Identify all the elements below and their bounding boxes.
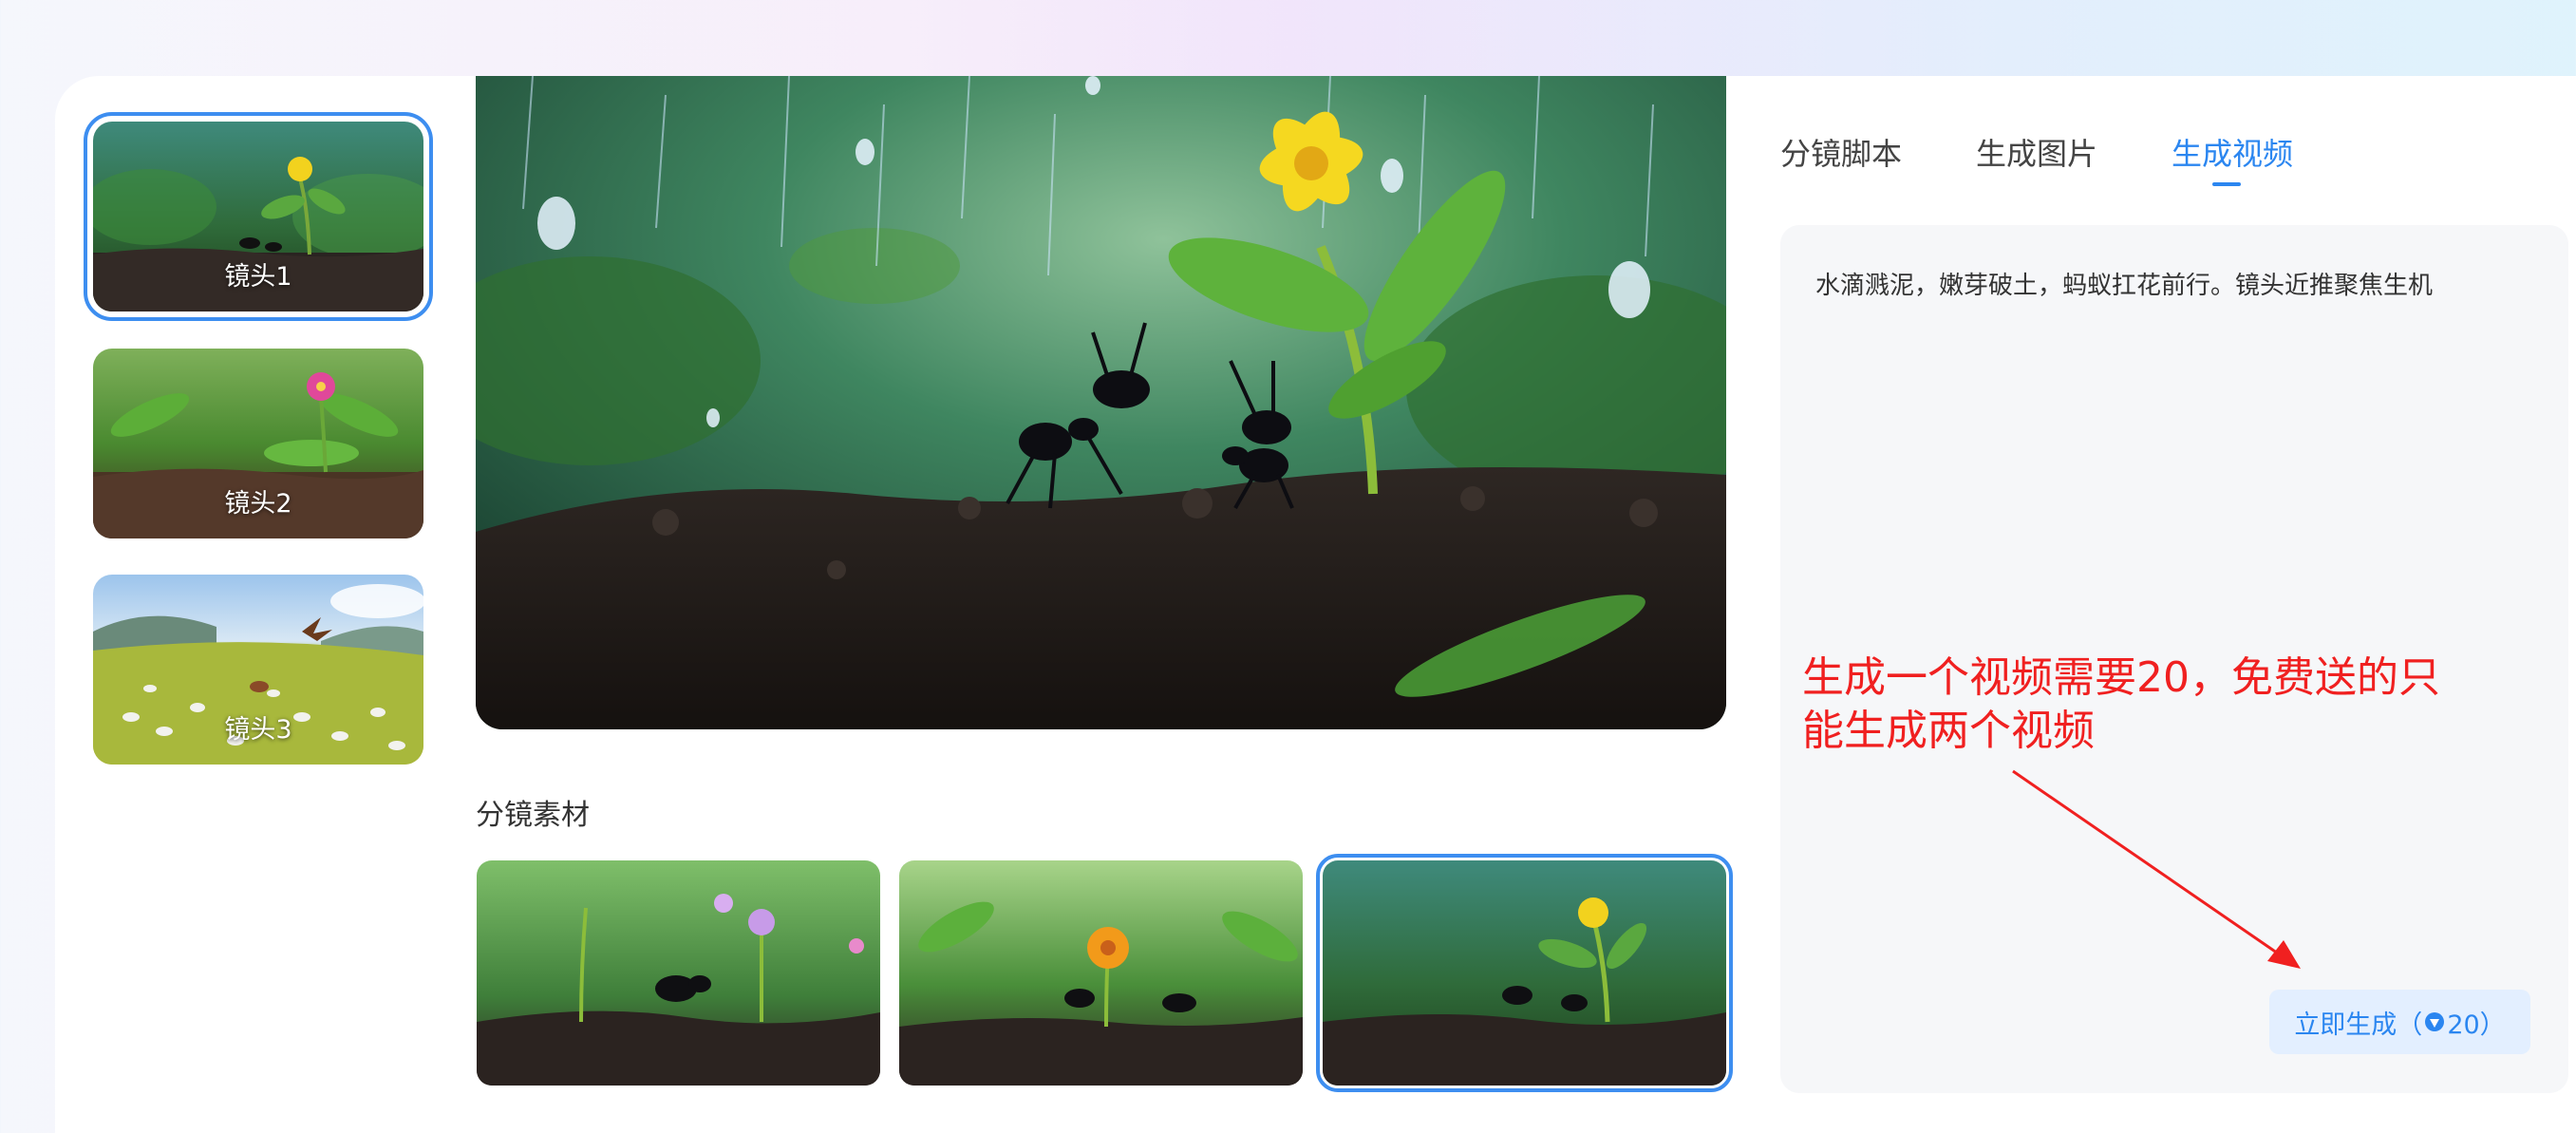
- tab-storyboard-script[interactable]: 分镜脚本: [1780, 130, 1902, 174]
- tab-generate-image[interactable]: 生成图片: [1976, 130, 2097, 174]
- shot-label: 镜头2: [224, 489, 292, 519]
- material-2-image: [899, 860, 1303, 1086]
- active-tab-indicator: [2212, 182, 2241, 186]
- coin-icon: [2425, 1012, 2445, 1031]
- material-image-3[interactable]: [1316, 854, 1733, 1092]
- shot-thumbnail-2[interactable]: 镜头2: [93, 349, 423, 538]
- shot-thumbnail-1[interactable]: 镜头1: [84, 112, 433, 321]
- generate-button-label: 立即生成（: [2294, 1010, 2423, 1040]
- material-image-2[interactable]: [899, 860, 1303, 1086]
- red-annotation: 生成一个视频需要20，免费送的只 能生成两个视频: [1802, 651, 2467, 758]
- generate-button-cost: 20）: [2447, 1010, 2506, 1040]
- video-prompt-text[interactable]: 水滴溅泥，嫩芽破土，蚂蚁扛花前行。镜头近推聚焦生机: [1815, 266, 2433, 301]
- preview-scene: [476, 76, 1726, 729]
- tab-generate-video[interactable]: 生成视频: [2172, 130, 2293, 174]
- shot-thumbnail-3[interactable]: 镜头3: [93, 575, 423, 765]
- generate-now-button[interactable]: 立即生成（ 20）: [2269, 990, 2530, 1054]
- materials-title: 分镜素材: [476, 799, 590, 832]
- annotation-line-1: 生成一个视频需要20，免费送的只: [1802, 653, 2440, 702]
- shot-label: 镜头1: [224, 262, 292, 292]
- material-3-image: [1323, 860, 1726, 1086]
- annotation-line-2: 能生成两个视频: [1802, 707, 2095, 755]
- material-1-image: [477, 860, 880, 1086]
- material-image-1[interactable]: [477, 860, 880, 1086]
- shot-label: 镜头3: [224, 715, 292, 745]
- main-preview-image: [476, 76, 1726, 729]
